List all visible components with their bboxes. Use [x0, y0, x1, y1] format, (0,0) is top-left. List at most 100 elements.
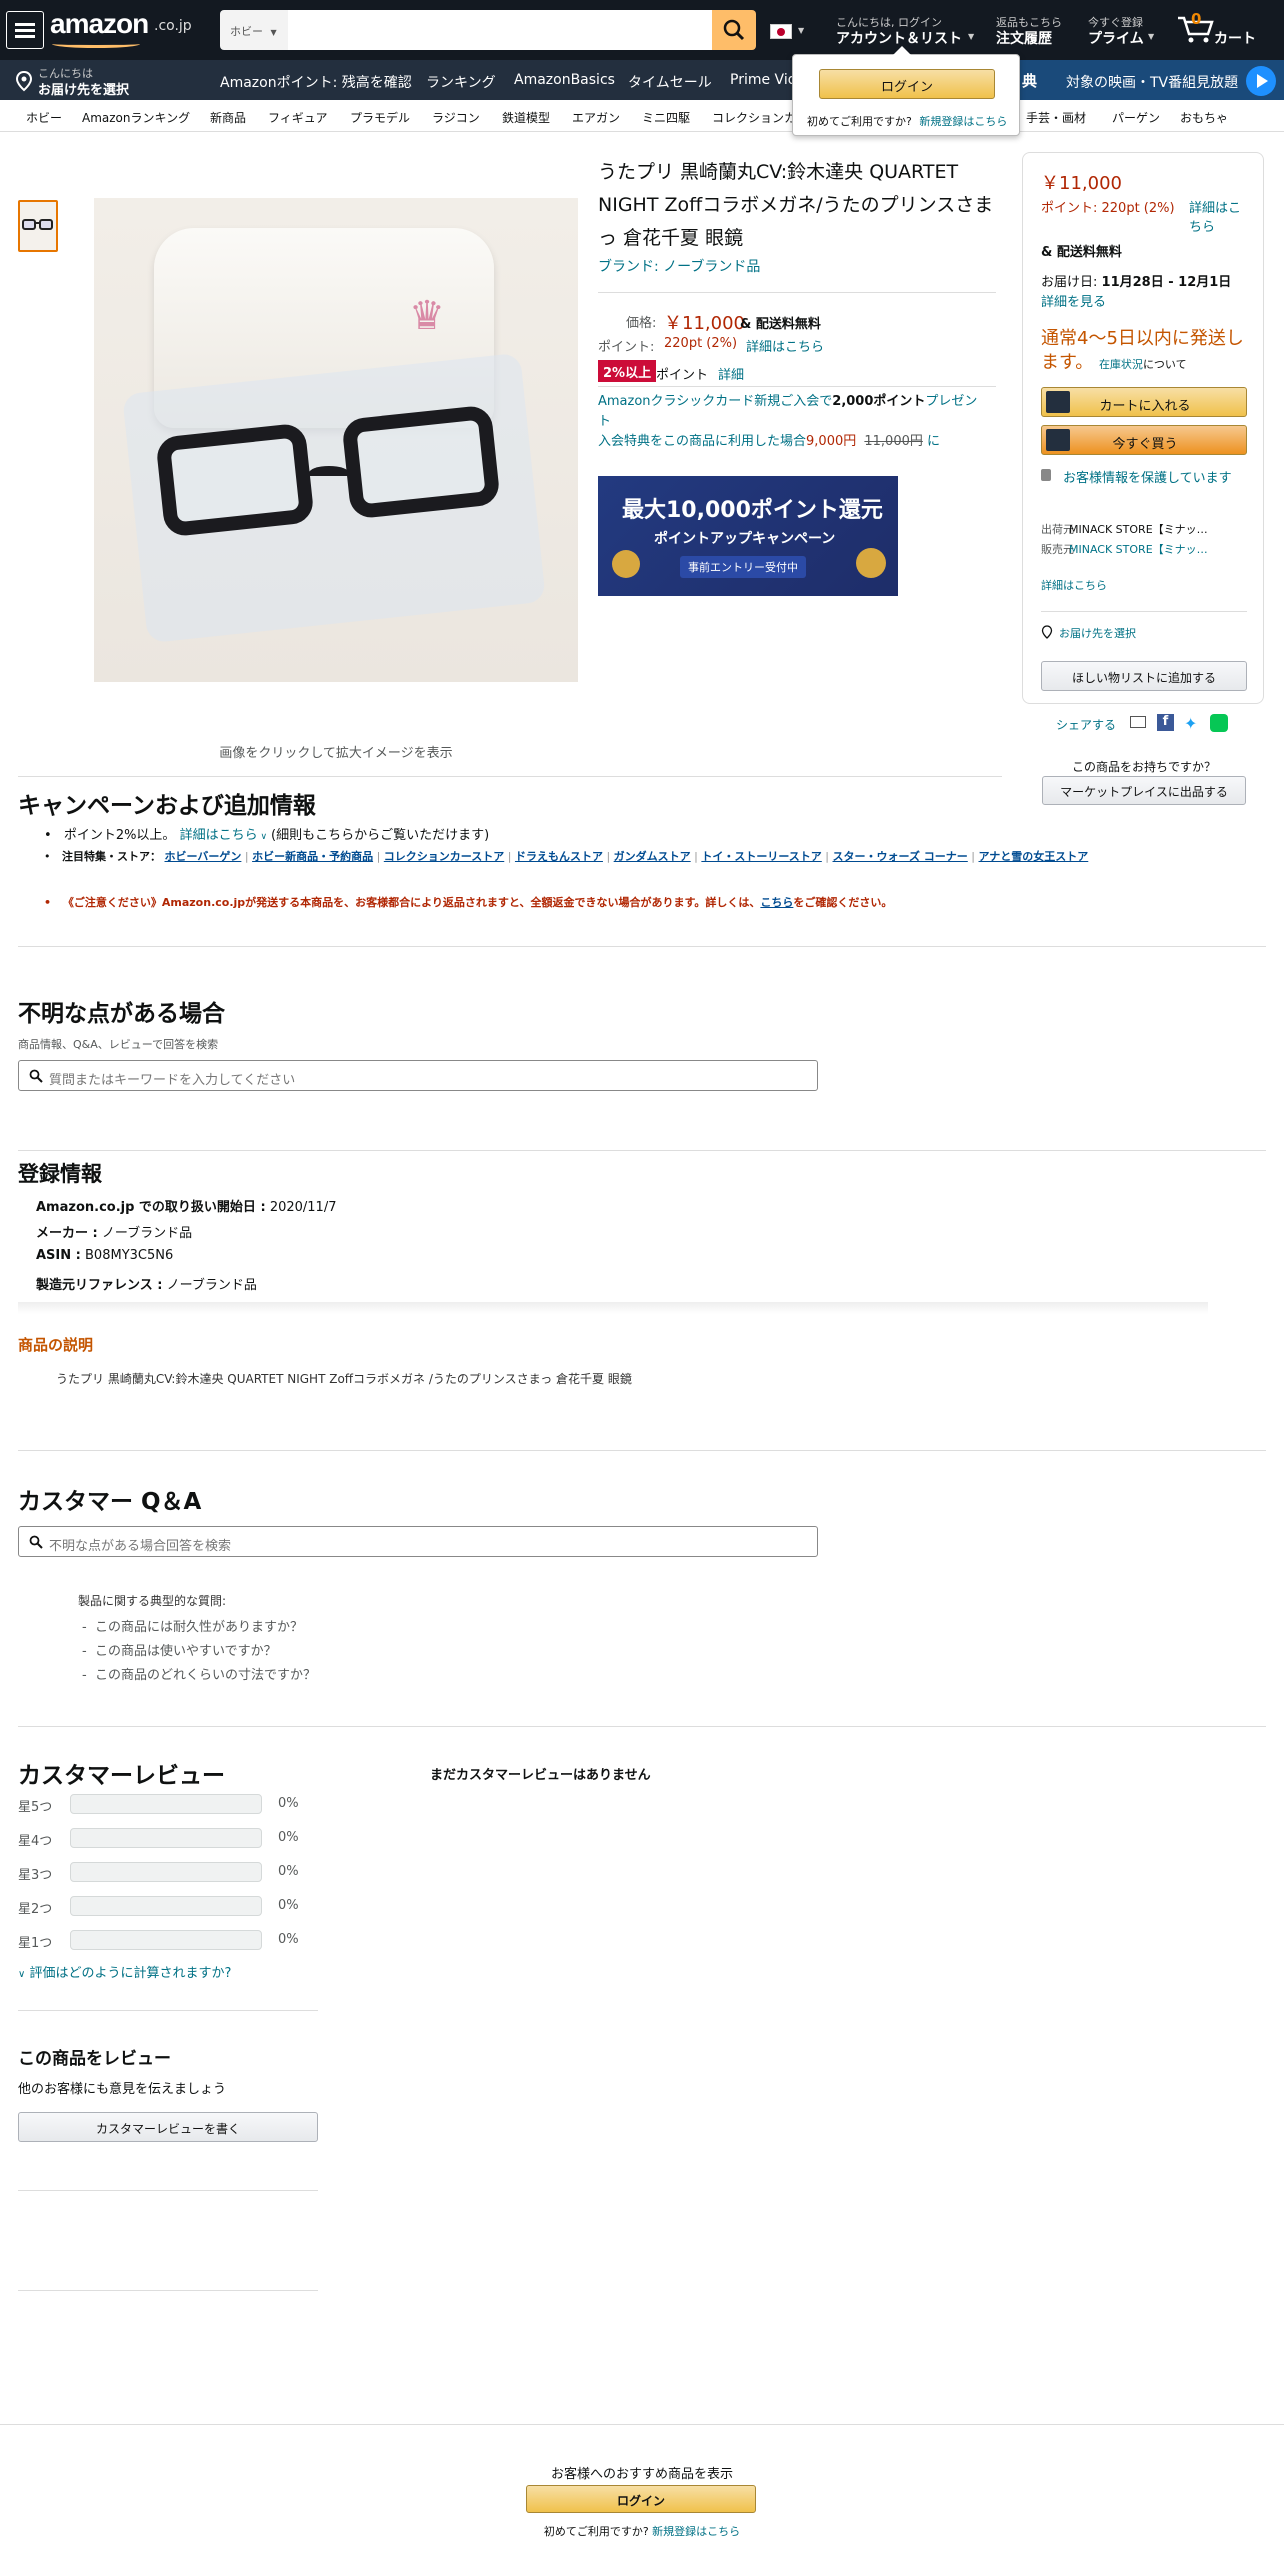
card-promo[interactable]: Amazonクラシックカード新規ご入会で2,000ポイントプレゼン ト 入会特典…	[598, 392, 998, 452]
points-detail-link[interactable]: 詳細はこちら	[746, 336, 824, 355]
registration-row: 製造元リファレンス : ノーブランド品	[36, 1274, 257, 1293]
featured-stores-label: 注目特集・ストア：	[62, 850, 161, 863]
nav3-item-collection[interactable]: コレクションカ	[712, 109, 796, 126]
thumbnail-image[interactable]	[18, 200, 58, 252]
nav3-item-mini4wd[interactable]: ミニ四駆	[642, 109, 690, 126]
nav3-item-railway[interactable]: 鉄道模型	[502, 109, 550, 126]
japan-flag-icon[interactable]	[770, 24, 792, 39]
store-link-frozen[interactable]: アナと雪の女王ストア	[979, 850, 1089, 863]
typical-question-text: この商品のどれくらいの寸法ですか？	[94, 1668, 316, 1683]
buybox-deliver-to-link[interactable]: お届け先を選択	[1059, 625, 1136, 641]
return-notice-text: 《ご注意ください》Amazon.co.jpが発送する本商品を、お客様都合により返…	[62, 896, 761, 909]
write-review-heading: この商品をレビュー	[18, 2049, 171, 2069]
nav2-item-ranking[interactable]: ランキング	[426, 72, 496, 92]
flyout-first-time: 初めてご利用ですか?	[807, 115, 912, 128]
star-row-label[interactable]: 星2つ	[18, 1898, 52, 1917]
search-button[interactable]	[712, 10, 756, 50]
orders-link[interactable]: 注文履歴	[996, 28, 1052, 48]
card-promo-points: 2,000ポイント	[832, 394, 926, 409]
question-search-input[interactable]: 質問またはキーワードを入力してください	[18, 1060, 818, 1091]
nav3-item-figure[interactable]: フィギュア	[268, 109, 328, 126]
star-row-label[interactable]: 星5つ	[18, 1796, 52, 1815]
star-row-label[interactable]: 星3つ	[18, 1864, 52, 1883]
store-link-bargain[interactable]: ホビーバーゲン	[165, 850, 242, 863]
delivery-detail-link[interactable]: 詳細を見る	[1041, 291, 1106, 310]
star-row-label[interactable]: 星4つ	[18, 1830, 52, 1849]
star-row-bar	[70, 1896, 262, 1916]
typical-question[interactable]: - この商品は使いやすいですか？	[82, 1640, 277, 1659]
facebook-icon[interactable]: f	[1157, 714, 1174, 731]
star-row-label[interactable]: 星1つ	[18, 1932, 52, 1951]
nav3-item-new[interactable]: 新商品	[210, 109, 246, 126]
crown-logo-icon: ♛	[409, 293, 445, 339]
store-link-starwars[interactable]: スター・ウォーズ コーナー	[833, 850, 968, 863]
nav2-item-basics[interactable]: AmazonBasics	[514, 72, 615, 88]
typical-question[interactable]: - この商品のどれくらいの寸法ですか？	[82, 1664, 316, 1683]
footer-register-link[interactable]: 新規登録はこちら	[652, 2525, 740, 2538]
nav2-item-points[interactable]: Amazonポイント: 残高を確認	[220, 72, 412, 92]
typical-question[interactable]: - この商品には耐久性がありますか？	[82, 1616, 303, 1635]
amazon-logo[interactable]: amazon	[50, 8, 149, 40]
brand-link[interactable]: ブランド: ノーブランド品	[598, 256, 760, 276]
nav3-item-hobby[interactable]: ホビー	[26, 109, 62, 126]
nav3-item-ranking[interactable]: Amazonランキング	[82, 109, 190, 126]
registration-row: メーカー : ノーブランド品	[36, 1222, 192, 1241]
description-heading: 商品の説明	[18, 1336, 94, 1354]
points-badge-link[interactable]: 詳細	[718, 364, 744, 383]
prime-link[interactable]: プライム	[1088, 28, 1144, 48]
buy-now-button[interactable]: 今すぐ買う	[1041, 425, 1247, 455]
nav2-item-timesale[interactable]: タイムセール	[628, 72, 712, 92]
search-category-dropdown[interactable]: ホビー ▼	[220, 10, 288, 50]
play-icon[interactable]	[1246, 66, 1276, 96]
flyout-register-link[interactable]: 新規登録はこちら	[919, 115, 1007, 128]
return-notice-link[interactable]: こちら	[760, 896, 793, 909]
line-icon[interactable]	[1210, 714, 1228, 732]
email-icon[interactable]	[1130, 716, 1146, 728]
search-input[interactable]	[288, 10, 712, 50]
stock-status-link[interactable]: 在庫状況	[1099, 358, 1143, 371]
campaign-detail-link[interactable]: 詳細はこちら	[180, 828, 258, 843]
flyout-login-button[interactable]: ログイン	[819, 69, 995, 99]
nav3-item-bargain[interactable]: パーゲン	[1112, 109, 1160, 126]
secure-transaction-link[interactable]: お客様情報を保護しています	[1041, 469, 1251, 489]
chevron-down-icon: ∨	[257, 832, 268, 842]
qa-heading: カスタマー Q＆A	[18, 1489, 202, 1515]
prime-video-promo[interactable]: 典 対象の映画・TV番組見放題	[1004, 60, 1284, 100]
buybox-points-link[interactable]: 詳細はこちら	[1189, 197, 1253, 235]
banner-line2: ポイントアップキャンペーン	[654, 531, 836, 547]
store-link-gundam[interactable]: ガンダムストア	[614, 850, 691, 863]
nav3-item-radiocon[interactable]: ラジコン	[432, 109, 480, 126]
main-product-image[interactable]: ♛	[94, 198, 578, 682]
buy-box: ￥11,000 ポイント: 220pt (2%) 詳細はこちら & 配送料無料 …	[1022, 152, 1264, 704]
footer-login-button[interactable]: ログイン	[526, 2485, 756, 2513]
nav3-item-toys[interactable]: おもちゃ	[1180, 109, 1228, 126]
cart-label[interactable]: カート	[1214, 28, 1256, 48]
deliver-to-link[interactable]: お届け先を選択	[38, 79, 129, 98]
buybox-details-link[interactable]: 詳細はこちら	[1041, 577, 1107, 593]
how-calculated-link[interactable]: ∨ 評価はどのように計算されますか?	[18, 1962, 231, 1981]
registration-heading: 登録情報	[18, 1162, 102, 1186]
coin-icon	[612, 550, 640, 578]
sell-on-marketplace-button[interactable]: マーケットプレイスに出品する	[1042, 776, 1246, 805]
add-to-cart-button[interactable]: カートに入れる	[1041, 387, 1247, 417]
twitter-icon[interactable]: ✦	[1184, 714, 1202, 733]
account-lists-link[interactable]: アカウント＆リスト	[836, 28, 962, 48]
add-to-wishlist-button[interactable]: ほしい物リストに追加する	[1041, 661, 1247, 691]
write-review-button[interactable]: カスタマーレビューを書く	[18, 2112, 318, 2142]
sold-by-link[interactable]: MINACK STORE【ミナッ…	[1069, 541, 1208, 557]
store-link-new[interactable]: ホビー新商品・予約商品	[252, 850, 373, 863]
card-promo-new-price: 9,000円	[806, 434, 857, 449]
no-reviews-text: まだカスタマーレビューはありません	[430, 1768, 651, 1783]
store-link-doraemon[interactable]: ドラえもんストア	[515, 850, 603, 863]
qa-search-input[interactable]: 不明な点がある場合回答を検索	[18, 1526, 818, 1557]
nav3-item-airgun[interactable]: エアガン	[572, 109, 620, 126]
return-notice: • 《ご注意ください》Amazon.co.jpが発送する本商品を、お客様都合によ…	[44, 896, 893, 909]
nav3-item-craft[interactable]: 手芸・画材	[1026, 109, 1086, 126]
hamburger-menu-icon[interactable]	[6, 11, 44, 49]
store-link-toystory[interactable]: トイ・ストーリーストア	[701, 850, 821, 863]
point-campaign-banner[interactable]: 最大10,000ポイント還元 ポイントアップキャンペーン 事前エントリー受付中	[598, 476, 898, 596]
store-link-car[interactable]: コレクションカーストア	[384, 850, 504, 863]
star-row-bar	[70, 1828, 262, 1848]
nav2-item-prime-video[interactable]: Prime Vid	[730, 72, 797, 88]
nav3-item-plamodel[interactable]: プラモデル	[350, 109, 410, 126]
